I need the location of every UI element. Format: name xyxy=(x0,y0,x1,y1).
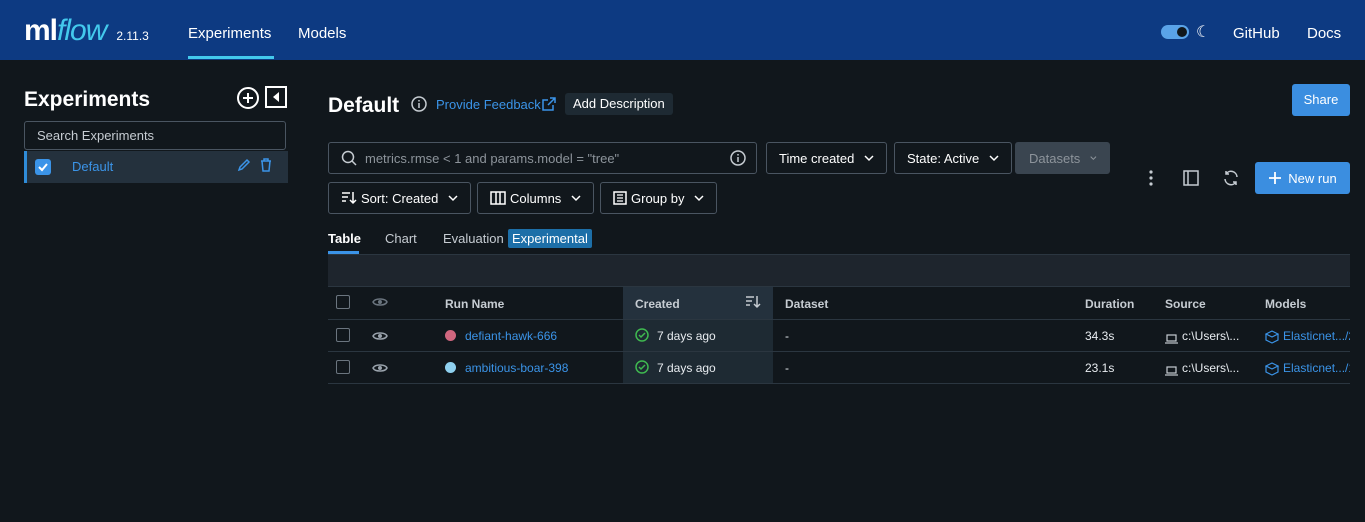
time-created-dropdown[interactable]: Time created xyxy=(766,142,888,174)
model-link[interactable]: Elasticnet.../2 xyxy=(1283,329,1350,343)
new-run-label: New run xyxy=(1288,170,1337,186)
search-info-icon[interactable] xyxy=(730,150,746,166)
row-checkbox[interactable] xyxy=(336,360,350,374)
columns-icon xyxy=(490,191,506,205)
tab-table[interactable]: Table xyxy=(328,231,361,246)
tab-chart[interactable]: Chart xyxy=(385,231,417,246)
column-header-dataset[interactable]: Dataset xyxy=(785,297,828,311)
columns-dropdown[interactable]: Columns xyxy=(477,182,595,214)
select-all-checkbox[interactable] xyxy=(336,295,350,309)
created-value: 7 days ago xyxy=(657,361,716,375)
top-nav-bar: ml flow 2.11.3 Experiments Models ☾ GitH… xyxy=(0,0,1365,60)
nav-active-indicator xyxy=(188,56,274,59)
run-color-dot[interactable] xyxy=(445,362,456,373)
chevron-down-icon xyxy=(571,195,581,202)
tab-evaluation[interactable]: Evaluation xyxy=(443,231,504,246)
dataset-value: - xyxy=(785,329,789,343)
new-run-button[interactable]: New run xyxy=(1255,162,1350,194)
sidebar-item-label: Default xyxy=(72,159,114,174)
laptop-icon xyxy=(1165,332,1178,347)
add-description-button[interactable]: Add Description xyxy=(565,93,673,115)
search-runs-placeholder: metrics.rmse < 1 and params.model = "tre… xyxy=(365,150,620,166)
eye-icon[interactable] xyxy=(372,362,388,377)
group-by-dropdown[interactable]: Group by xyxy=(600,182,718,214)
page-title: Default xyxy=(328,94,400,117)
dark-mode-toggle[interactable] xyxy=(1161,25,1189,39)
share-button[interactable]: Share xyxy=(1292,84,1350,116)
model-link[interactable]: Elasticnet.../1 xyxy=(1283,361,1350,375)
sort-desc-icon[interactable] xyxy=(745,295,761,312)
chevron-down-icon xyxy=(1090,156,1097,161)
column-header-created[interactable]: Created xyxy=(635,297,680,311)
logo-ml: ml xyxy=(24,14,58,47)
chevron-down-icon xyxy=(448,195,458,202)
mlflow-logo[interactable]: ml flow 2.11.3 xyxy=(24,14,149,48)
columns-label: Columns xyxy=(510,190,562,206)
group-by-label: Group by xyxy=(631,190,685,206)
table-row[interactable]: defiant-hawk-666 7 days ago - 34.3s c:\U… xyxy=(328,320,1350,352)
version-label: 2.11.3 xyxy=(116,29,149,43)
sidebar-item-default[interactable]: Default xyxy=(24,151,288,183)
check-circle-icon xyxy=(635,328,649,345)
table-row[interactable]: ambitious-boar-398 7 days ago - 23.1s c:… xyxy=(328,352,1350,384)
edit-icon[interactable] xyxy=(237,158,251,175)
datasets-label: Datasets xyxy=(1029,150,1081,166)
source-value[interactable]: c:\Users\... xyxy=(1182,329,1239,343)
duration-value: 34.3s xyxy=(1085,329,1115,343)
delete-icon[interactable] xyxy=(259,158,273,175)
state-label: State: Active xyxy=(907,150,980,166)
side-panel-icon[interactable] xyxy=(1183,170,1199,189)
table-group-header xyxy=(328,254,1350,287)
provide-feedback-link[interactable]: Provide Feedback xyxy=(436,97,541,112)
external-link-icon[interactable] xyxy=(541,96,557,115)
nav-models[interactable]: Models xyxy=(298,25,346,42)
column-header-duration[interactable]: Duration xyxy=(1085,297,1134,311)
run-name-link[interactable]: defiant-hawk-666 xyxy=(465,329,557,343)
check-circle-icon xyxy=(635,360,649,377)
experiment-checkbox[interactable] xyxy=(35,159,51,175)
eye-icon[interactable] xyxy=(372,330,388,345)
experimental-badge: Experimental xyxy=(508,229,592,248)
column-header-run-name[interactable]: Run Name xyxy=(445,297,504,311)
dataset-value: - xyxy=(785,361,789,375)
time-created-label: Time created xyxy=(779,150,855,166)
more-options-icon[interactable] xyxy=(1149,170,1153,189)
column-header-models[interactable]: Models xyxy=(1265,297,1306,311)
model-icon xyxy=(1264,330,1280,347)
search-icon xyxy=(341,150,357,166)
duration-value: 23.1s xyxy=(1085,361,1115,375)
collapse-sidebar-icon[interactable] xyxy=(265,86,287,108)
nav-docs[interactable]: Docs xyxy=(1307,25,1341,42)
run-name-link[interactable]: ambitious-boar-398 xyxy=(465,361,568,375)
table-header: Run Name Created Dataset Duration Source… xyxy=(328,287,1350,320)
info-icon[interactable] xyxy=(411,96,427,115)
sidebar-title: Experiments xyxy=(24,88,151,111)
source-value[interactable]: c:\Users\... xyxy=(1182,361,1239,375)
chevron-down-icon xyxy=(694,195,705,202)
search-runs-input[interactable]: metrics.rmse < 1 and params.model = "tre… xyxy=(328,142,757,174)
created-value: 7 days ago xyxy=(657,329,716,343)
run-color-dot[interactable] xyxy=(445,330,456,341)
group-by-icon xyxy=(613,191,627,205)
nav-github[interactable]: GitHub xyxy=(1233,25,1280,42)
moon-icon: ☾ xyxy=(1196,24,1211,41)
sort-label: Sort: Created xyxy=(361,190,439,206)
sort-icon xyxy=(342,192,357,205)
datasets-dropdown[interactable]: Datasets xyxy=(1015,142,1110,174)
column-header-source[interactable]: Source xyxy=(1165,297,1206,311)
add-experiment-icon[interactable] xyxy=(236,86,260,110)
eye-icon[interactable] xyxy=(372,296,388,311)
model-icon xyxy=(1264,362,1280,379)
chevron-down-icon xyxy=(864,155,874,162)
sort-dropdown[interactable]: Sort: Created xyxy=(328,182,472,214)
refresh-icon[interactable] xyxy=(1223,170,1239,189)
plus-icon xyxy=(1269,172,1282,184)
nav-experiments[interactable]: Experiments xyxy=(188,25,271,42)
state-dropdown[interactable]: State: Active xyxy=(894,142,1013,174)
logo-flow: flow xyxy=(57,14,107,47)
chevron-down-icon xyxy=(989,155,999,162)
laptop-icon xyxy=(1165,364,1178,379)
search-experiments-input[interactable]: Search Experiments xyxy=(24,121,286,150)
row-checkbox[interactable] xyxy=(336,328,350,342)
